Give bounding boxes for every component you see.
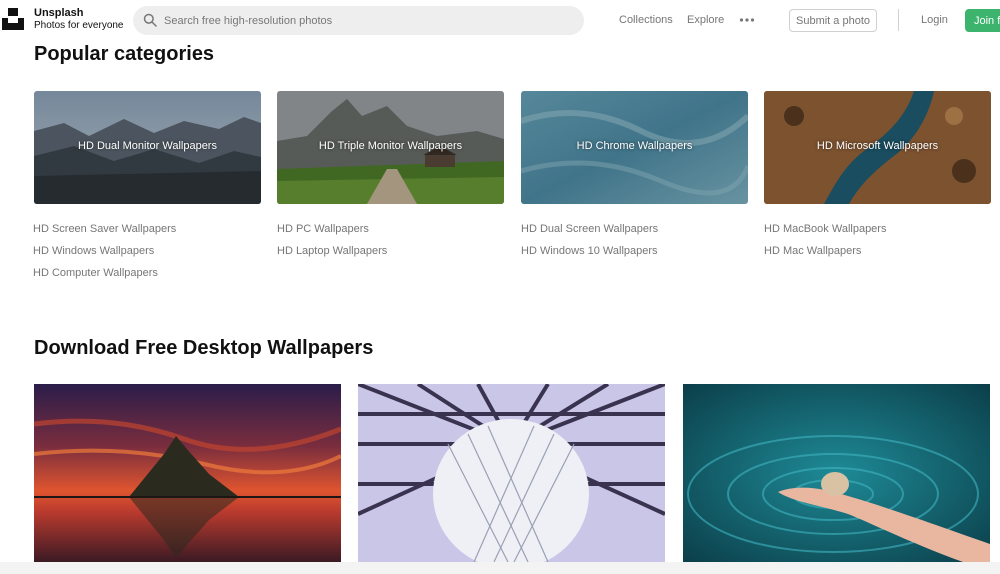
download-wallpapers-heading: Download Free Desktop Wallpapers [34, 337, 374, 359]
category-label: HD Microsoft Wallpapers [816, 140, 939, 152]
category-link[interactable]: HD Mac Wallpapers [764, 245, 886, 267]
wallpaper-image [358, 384, 665, 562]
brand[interactable]: Unsplash Photos for everyone [34, 7, 124, 32]
submit-photo-button[interactable]: Submit a photo [789, 9, 877, 32]
category-link[interactable]: HD Dual Screen Wallpapers [521, 223, 658, 245]
category-link[interactable]: HD Windows 10 Wallpapers [521, 245, 658, 267]
nav-divider [898, 9, 899, 31]
nav-explore-link[interactable]: Explore [687, 14, 724, 26]
join-button[interactable]: Join f [965, 9, 1000, 32]
category-links-column-3: HD Dual Screen Wallpapers HD Windows 10 … [521, 223, 658, 267]
category-label: HD Dual Monitor Wallpapers [78, 140, 217, 152]
more-dots-icon[interactable] [739, 17, 755, 23]
category-link[interactable]: HD MacBook Wallpapers [764, 223, 886, 245]
search-bar [133, 6, 584, 35]
category-label: HD Triple Monitor Wallpapers [318, 140, 463, 152]
category-link[interactable]: HD PC Wallpapers [277, 223, 387, 245]
category-card-dual-monitor[interactable]: HD Dual Monitor Wallpapers [34, 91, 261, 204]
category-links-column-4: HD MacBook Wallpapers HD Mac Wallpapers [764, 223, 886, 267]
search-input[interactable] [164, 6, 574, 35]
category-links-column-2: HD PC Wallpapers HD Laptop Wallpapers [277, 223, 387, 267]
wallpaper-image [683, 384, 990, 562]
category-link[interactable]: HD Laptop Wallpapers [277, 245, 387, 267]
unsplash-logo-icon[interactable] [2, 8, 24, 30]
category-link[interactable]: HD Screen Saver Wallpapers [33, 223, 176, 245]
category-card-chrome[interactable]: HD Chrome Wallpapers [521, 91, 748, 204]
category-link[interactable]: HD Computer Wallpapers [33, 267, 176, 289]
brand-name: Unsplash [34, 7, 84, 19]
wallpaper-photo-architecture[interactable] [358, 384, 665, 562]
top-nav-bar: Unsplash Photos for everyone Collections… [0, 0, 1000, 40]
login-link[interactable]: Login [921, 14, 948, 26]
category-link[interactable]: HD Windows Wallpapers [33, 245, 176, 267]
category-links-column-1: HD Screen Saver Wallpapers HD Windows Wa… [33, 223, 176, 289]
category-card-microsoft[interactable]: HD Microsoft Wallpapers [764, 91, 991, 204]
brand-tagline: Photos for everyone [34, 20, 124, 31]
wallpaper-photo-water-hand[interactable] [683, 384, 990, 562]
wallpaper-photo-sunset-mountain[interactable] [34, 384, 341, 562]
search-icon[interactable] [143, 13, 157, 27]
nav-collections-link[interactable]: Collections [619, 14, 673, 26]
category-label: HD Chrome Wallpapers [576, 140, 693, 152]
wallpaper-image [34, 384, 341, 562]
bottom-strip [0, 562, 1000, 574]
category-card-triple-monitor[interactable]: HD Triple Monitor Wallpapers [277, 91, 504, 204]
popular-categories-heading: Popular categories [34, 43, 215, 65]
